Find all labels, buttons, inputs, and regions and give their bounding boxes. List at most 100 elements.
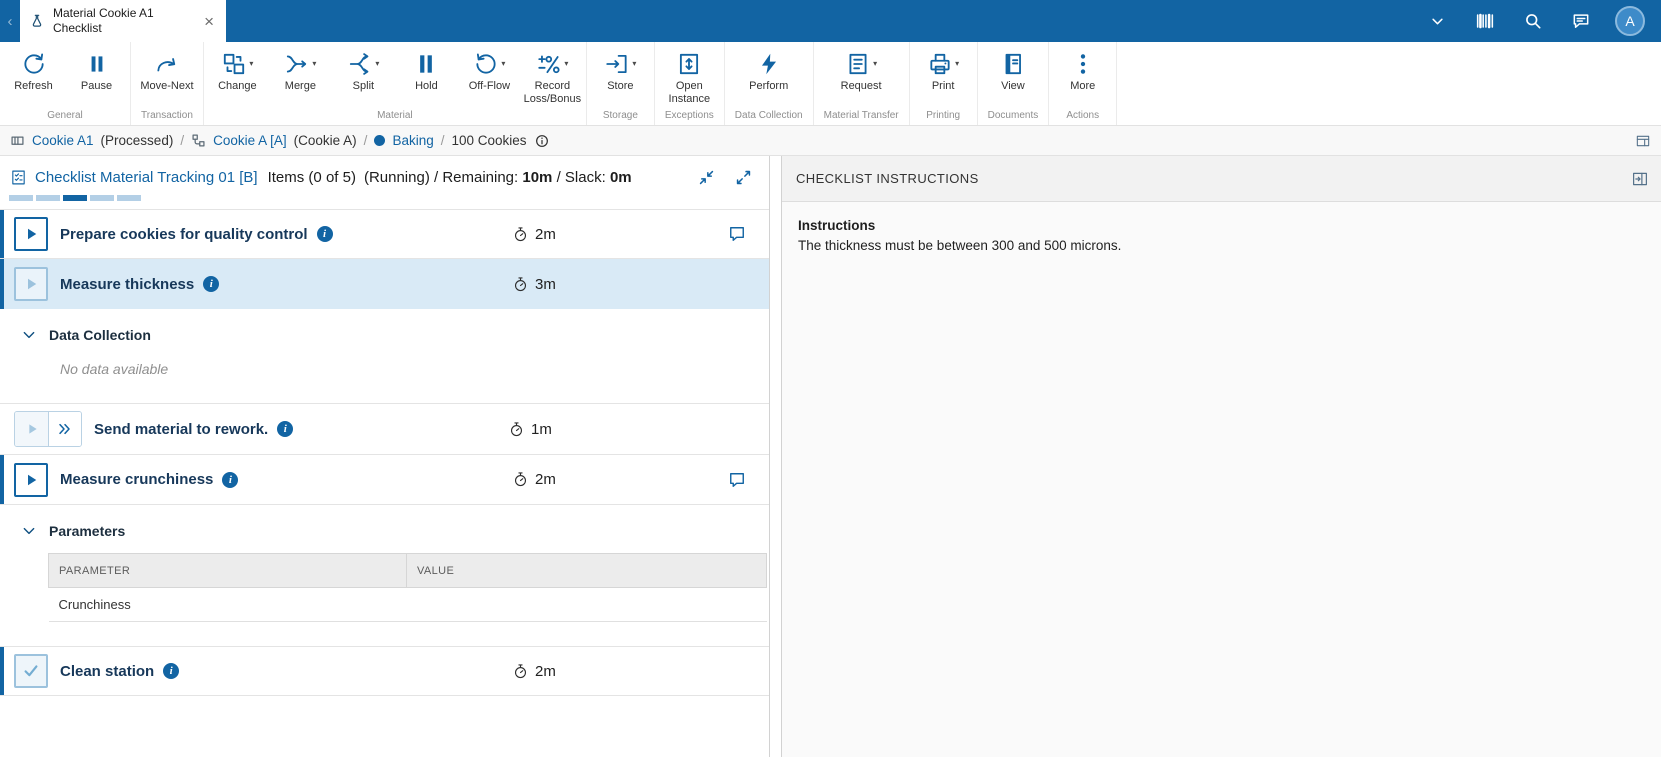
avatar[interactable]: A xyxy=(1615,6,1645,36)
breadcrumb-separator: / xyxy=(364,133,368,148)
tab-title: Material Cookie A1 Checklist xyxy=(53,6,193,36)
duration-text: 2m xyxy=(535,471,556,488)
topbar-spacer xyxy=(226,0,1423,42)
checklist-status: (Running) / Remaining: 10m / Slack: 0m xyxy=(364,169,632,186)
barcode-icon[interactable] xyxy=(1471,7,1499,35)
split-button[interactable]: ▾ Split xyxy=(332,45,395,93)
breadcrumb-step-link[interactable]: Baking xyxy=(392,133,433,148)
tabs-scroll-left-icon[interactable]: ‹ xyxy=(0,0,20,42)
checkbox-checked[interactable] xyxy=(14,654,48,688)
item-duration: 3m xyxy=(512,276,556,293)
checklist-item-measure-thickness[interactable]: Measure thickness i 3m xyxy=(0,259,769,309)
expand-all-icon[interactable] xyxy=(734,168,753,187)
checklist-item-prepare-cookies[interactable]: Prepare cookies for quality control i 2m xyxy=(0,209,769,259)
checklist-item-clean-station[interactable]: Clean station i 2m xyxy=(0,646,769,696)
caret-down-icon: ▾ xyxy=(501,60,505,68)
ribbon-group-material-transfer: ▾ Request Material Transfer xyxy=(814,42,910,125)
more-dots-icon xyxy=(1070,49,1096,79)
play-button[interactable] xyxy=(14,217,48,251)
panel-toggle-icon[interactable] xyxy=(1635,133,1651,149)
button-label: Change xyxy=(218,80,257,93)
item-duration: 1m xyxy=(508,421,552,438)
view-button[interactable]: View xyxy=(981,45,1044,93)
stopwatch-icon xyxy=(512,471,529,488)
chat-icon[interactable] xyxy=(1567,7,1595,35)
stopwatch-icon xyxy=(512,226,529,243)
move-next-button[interactable]: Move-Next xyxy=(135,45,198,93)
store-button[interactable]: ▾ Store xyxy=(589,45,652,93)
stopwatch-icon xyxy=(512,276,529,293)
progress-segment xyxy=(117,195,141,201)
search-icon[interactable] xyxy=(1519,7,1547,35)
progress-segment xyxy=(9,195,33,201)
app-window: ‹ Material Cookie A1 Checklist × xyxy=(0,0,1661,757)
cell-value xyxy=(407,588,767,622)
section-parameters[interactable]: Parameters xyxy=(0,505,769,547)
store-icon: ▾ xyxy=(604,49,636,79)
ribbon-group-label: Exceptions xyxy=(657,107,722,125)
button-label: Print xyxy=(932,80,955,93)
caret-down-icon: ▾ xyxy=(955,60,959,68)
ribbon-group-label: Actions xyxy=(1051,107,1114,125)
checklist-progress xyxy=(0,195,769,209)
tab-material-cookie-checklist[interactable]: Material Cookie A1 Checklist × xyxy=(20,0,226,42)
record-loss-bonus-icon: ▾ xyxy=(536,49,568,79)
perform-button[interactable]: Perform xyxy=(737,45,800,93)
checklist-item-send-rework[interactable]: Send material to rework. i 1m xyxy=(0,403,769,455)
duration-text: 1m xyxy=(531,421,552,438)
item-controls xyxy=(14,411,82,447)
chevron-down-icon xyxy=(22,328,36,342)
open-instance-button[interactable]: Open Instance xyxy=(658,45,721,106)
note-icon[interactable] xyxy=(727,470,747,490)
section-data-collection[interactable]: Data Collection xyxy=(0,309,769,351)
items-summary: Items (0 of 5) xyxy=(268,169,356,186)
button-label: More xyxy=(1070,80,1095,93)
ribbon-group-storage: ▾ Store Storage xyxy=(587,42,655,125)
button-label: Pause xyxy=(81,80,112,93)
merge-button[interactable]: ▾ Merge xyxy=(269,45,332,93)
hold-button[interactable]: Hold xyxy=(395,45,458,93)
ribbon-group-actions: More Actions xyxy=(1049,42,1117,125)
off-flow-button[interactable]: ▾ Off-Flow xyxy=(458,45,521,93)
info-outline-icon[interactable] xyxy=(534,133,550,149)
request-button[interactable]: ▾ Request xyxy=(830,45,893,93)
table-row[interactable]: Crunchiness xyxy=(49,588,767,622)
ribbon-group-label: Material xyxy=(206,107,584,125)
item-title-text: Measure crunchiness xyxy=(60,471,213,488)
refresh-button[interactable]: Refresh xyxy=(2,45,65,93)
pause-button[interactable]: Pause xyxy=(65,45,128,93)
progress-segment xyxy=(90,195,114,201)
change-button[interactable]: ▾ Change xyxy=(206,45,269,93)
info-icon[interactable]: i xyxy=(277,421,293,437)
checklist-title-link[interactable]: Checklist Material Tracking 01 [B] xyxy=(35,169,258,186)
info-icon[interactable]: i xyxy=(203,276,219,292)
info-icon[interactable]: i xyxy=(163,663,179,679)
print-button[interactable]: ▾ Print xyxy=(912,45,975,93)
chevron-down-icon[interactable] xyxy=(1423,7,1451,35)
duration-text: 2m xyxy=(535,226,556,243)
checklist-header: Checklist Material Tracking 01 [B] Items… xyxy=(0,156,769,195)
more-button[interactable]: More xyxy=(1051,45,1114,93)
play-button-disabled[interactable] xyxy=(14,267,48,301)
breadcrumb-separator: / xyxy=(180,133,184,148)
col-value: VALUE xyxy=(407,554,767,588)
collapse-panel-icon[interactable] xyxy=(1631,170,1649,188)
play-button[interactable] xyxy=(14,463,48,497)
chevron-down-icon xyxy=(22,524,36,538)
play-button-disabled[interactable] xyxy=(15,412,48,446)
panel-header-title: CHECKLIST INSTRUCTIONS xyxy=(796,171,979,186)
item-title-text: Prepare cookies for quality control xyxy=(60,226,308,243)
skip-button[interactable] xyxy=(48,412,81,446)
cell-parameter: Crunchiness xyxy=(49,588,407,622)
record-loss-bonus-button[interactable]: ▾ Record Loss/Bonus xyxy=(521,45,584,106)
breadcrumb-material-link[interactable]: Cookie A1 xyxy=(32,133,94,148)
hold-icon xyxy=(413,49,439,79)
collapse-all-icon[interactable] xyxy=(697,168,716,187)
note-icon[interactable] xyxy=(727,224,747,244)
info-icon[interactable]: i xyxy=(222,472,238,488)
breadcrumb-flow-link[interactable]: Cookie A [A] xyxy=(213,133,287,148)
close-icon[interactable]: × xyxy=(201,11,217,32)
info-icon[interactable]: i xyxy=(317,226,333,242)
checklist-item-measure-crunchiness[interactable]: Measure crunchiness i 2m xyxy=(0,455,769,505)
button-label: Store xyxy=(607,80,633,93)
